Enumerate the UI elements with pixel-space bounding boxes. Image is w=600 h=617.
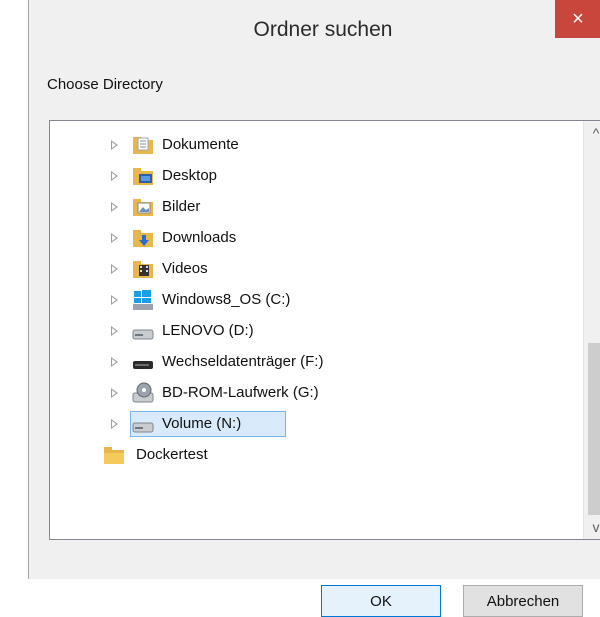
expand-arrow-icon[interactable]	[111, 233, 118, 243]
tree-item-volume-n[interactable]: Volume (N:)	[50, 410, 584, 440]
close-button[interactable]: ×	[555, 0, 600, 38]
tree-item-windows8-os-c[interactable]: Windows8_OS (C:)	[50, 286, 584, 316]
chevron-down-icon: v	[592, 519, 600, 535]
ok-button[interactable]: OK	[321, 585, 441, 617]
tree-item-label: Wechseldatenträger (F:)	[162, 353, 324, 370]
tree-item-downloads[interactable]: Downloads	[50, 224, 584, 254]
tree-item-label: Volume (N:)	[162, 415, 242, 432]
expand-arrow-icon[interactable]	[111, 202, 118, 212]
tree-item-label: Videos	[162, 260, 208, 277]
expand-arrow-icon[interactable]	[111, 171, 118, 181]
tree-item-label: Downloads	[162, 229, 237, 246]
removable-drive-icon	[132, 351, 154, 373]
tree-item-dokumente[interactable]: Dokumente	[50, 131, 584, 161]
cancel-button[interactable]: Abbrechen	[463, 585, 583, 617]
tree-item-label: LENOVO (D:)	[162, 322, 254, 339]
folder-icon	[103, 444, 125, 466]
choose-directory-label: Choose Directory	[47, 76, 163, 93]
tree-item-lenovo-d[interactable]: LENOVO (D:)	[50, 317, 584, 347]
tree-item-bd-rom-g[interactable]: BD-ROM-Laufwerk (G:)	[50, 379, 584, 409]
expand-arrow-icon[interactable]	[111, 419, 118, 429]
expand-arrow-icon[interactable]	[111, 326, 118, 336]
scroll-up-button[interactable]: ^	[584, 121, 600, 145]
expand-arrow-icon[interactable]	[111, 357, 118, 367]
expand-arrow-icon[interactable]	[111, 264, 118, 274]
folder-browser-dialog: Ordner suchen × Choose Directory Dokumen…	[28, 0, 600, 617]
folder-tree: Dokumente Desktop Bilder Downloads Video…	[50, 121, 584, 539]
window-title: Ordner suchen	[253, 18, 393, 41]
scroll-thumb[interactable]	[588, 343, 600, 515]
dialog-content: Choose Directory Dokumente Desktop Bilde…	[29, 62, 600, 617]
chevron-up-icon: ^	[592, 125, 600, 141]
hard-drive-icon	[132, 413, 154, 435]
tree-item-bilder[interactable]: Bilder	[50, 193, 584, 223]
tree-item-desktop[interactable]: Desktop	[50, 162, 584, 192]
desktop-folder-icon	[132, 165, 154, 187]
tree-item-label: Windows8_OS (C:)	[162, 291, 291, 308]
documents-folder-icon	[132, 134, 154, 156]
title-bar: Ordner suchen ×	[29, 0, 600, 62]
expand-arrow-icon[interactable]	[111, 140, 118, 150]
tree-item-label: Dockertest	[136, 446, 208, 463]
scroll-down-button[interactable]: v	[584, 515, 600, 539]
tree-item-videos[interactable]: Videos	[50, 255, 584, 285]
expand-arrow-icon[interactable]	[111, 388, 118, 398]
hard-drive-icon	[132, 320, 154, 342]
tree-item-label: BD-ROM-Laufwerk (G:)	[162, 384, 319, 401]
tree-item-label: Dokumente	[162, 136, 239, 153]
folder-tree-view[interactable]: Dokumente Desktop Bilder Downloads Video…	[49, 120, 600, 540]
pictures-folder-icon	[132, 196, 154, 218]
tree-item-wechseldatentraeger-f[interactable]: Wechseldatenträger (F:)	[50, 348, 584, 378]
windows-drive-icon	[132, 289, 154, 311]
tree-item-label: Desktop	[162, 167, 218, 184]
optical-drive-icon	[132, 382, 154, 404]
videos-folder-icon	[132, 258, 154, 280]
close-icon: ×	[572, 7, 584, 30]
vertical-scrollbar[interactable]: ^ v	[583, 121, 600, 539]
downloads-folder-icon	[132, 227, 154, 249]
tree-item-dockertest[interactable]: Dockertest	[50, 441, 584, 471]
expand-arrow-icon[interactable]	[111, 295, 118, 305]
tree-item-label: Bilder	[162, 198, 201, 215]
